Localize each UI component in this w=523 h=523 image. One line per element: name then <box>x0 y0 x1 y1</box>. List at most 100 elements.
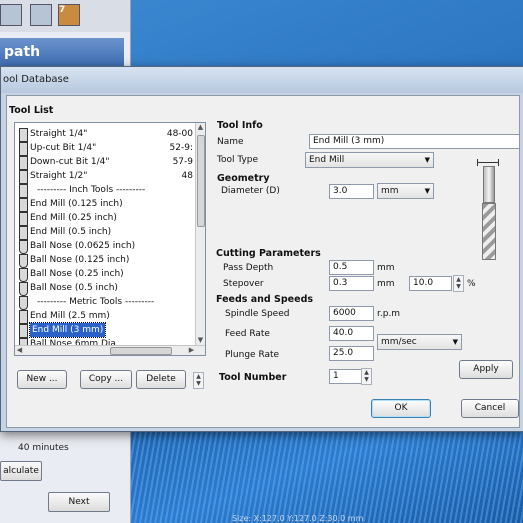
tool-icon: ball-bit-icon <box>19 240 28 254</box>
tool-name: Ball Nose (0.0625 inch) <box>30 241 136 251</box>
tool-list-label: Tool List <box>9 105 54 116</box>
tool-number-spinner[interactable]: ▲ ▼ <box>361 368 372 385</box>
plunge-rate-label: Plunge Rate <box>225 350 280 360</box>
pass-depth-unit: mm <box>377 263 395 273</box>
tool-list-item[interactable]: flat-bit-iconEnd Mill (2.5 mm) <box>15 309 195 324</box>
tool-number-cell: 52-9: <box>169 143 193 153</box>
toolbar-icon[interactable]: 7 <box>58 4 80 26</box>
tool-name-input[interactable]: End Mill (3 mm) <box>309 134 520 149</box>
list-vertical-scrollbar[interactable]: ▲ ▼ <box>195 123 205 345</box>
status-bar-text: Size: X:127.0 Y:127.0 Z:30.0 mm <box>232 514 364 523</box>
tool-icon: flat-bit-icon <box>19 142 28 156</box>
tool-name: End Mill (0.25 inch) <box>30 213 117 223</box>
plunge-rate-input[interactable]: 25.0 <box>329 346 374 361</box>
apply-button[interactable]: Apply <box>459 360 513 379</box>
rate-unit-value: mm/sec <box>381 337 417 347</box>
dialog-title: ool Database <box>1 67 523 93</box>
scroll-thumb[interactable] <box>110 347 172 355</box>
stepover-percent-input[interactable]: 10.0 <box>409 276 452 291</box>
tool-type-label: Tool Type <box>217 155 259 165</box>
tool-list[interactable]: flat-bit-iconStraight 1/4"48-00flat-bit-… <box>14 122 206 356</box>
tool-number-cell: 48-00 <box>166 129 193 139</box>
tool-icon: flat-bit-icon <box>19 226 28 240</box>
tool-icon: flat-bit-icon <box>19 324 28 338</box>
tool-type-value: End Mill <box>309 155 345 165</box>
next-button[interactable]: Next <box>48 492 110 512</box>
stepover-unit: mm <box>377 279 395 289</box>
stepover-input[interactable]: 0.3 <box>329 276 374 291</box>
ok-button[interactable]: OK <box>371 399 431 418</box>
tool-type-dropdown[interactable]: End Mill ▼ <box>305 152 434 168</box>
diameter-unit-dropdown[interactable]: mm ▼ <box>377 183 434 199</box>
tool-list-item[interactable]: flat-bit-iconDown-cut Bit 1/4" 57-9 <box>15 155 195 170</box>
toolbar-badge: 7 <box>59 5 66 15</box>
spindle-speed-label: Spindle Speed <box>225 309 290 319</box>
tool-name: End Mill (3 mm) <box>28 322 107 338</box>
tool-name: Up-cut Bit 1/4" <box>30 143 97 153</box>
tool-icon: ball-bit-icon <box>19 282 28 296</box>
tool-list-item[interactable]: ball-bit-iconBall Nose (0.125 inch) <box>15 253 195 268</box>
cutting-parameters-heading: Cutting Parameters <box>216 248 321 259</box>
scroll-thumb[interactable] <box>197 135 205 227</box>
tool-icon: flat-bit-icon <box>19 310 28 324</box>
tool-list-item[interactable]: ball-bit-iconBall Nose (0.0625 inch) <box>15 239 195 254</box>
chevron-down-icon: ▼ <box>424 187 430 195</box>
tool-name: Down-cut Bit 1/4" <box>30 157 110 167</box>
tool-icon: flat-bit-icon <box>19 184 28 198</box>
scroll-right-icon[interactable]: ▶ <box>187 346 196 355</box>
tool-name: Ball Nose (0.125 inch) <box>30 255 130 265</box>
tool-list-item[interactable]: flat-bit-iconEnd Mill (3 mm) <box>15 322 195 338</box>
tool-icon: flat-bit-icon <box>19 198 28 212</box>
spindle-unit: r.p.m <box>377 309 401 319</box>
tool-list-item[interactable]: flat-bit-iconEnd Mill (0.5 inch) <box>15 225 195 240</box>
tool-group-header[interactable]: ball-bit-icon --------- Metric Tools ----… <box>15 295 195 310</box>
list-horizontal-scrollbar[interactable]: ◀ ▶ <box>15 345 205 355</box>
chevron-down-icon: ▼ <box>452 338 458 346</box>
delete-tool-button[interactable]: Delete <box>136 370 186 389</box>
tool-number-cell: 48 <box>181 171 193 181</box>
tool-list-item[interactable]: ball-bit-iconBall Nose (0.25 inch) <box>15 267 195 282</box>
new-tool-button[interactable]: New ... <box>17 370 67 389</box>
tool-database-dialog: ool Database Tool List flat-bit-iconStra… <box>0 66 523 432</box>
scroll-up-icon[interactable]: ▲ <box>196 123 205 132</box>
toolbar-icon[interactable] <box>0 4 22 26</box>
tool-list-item[interactable]: flat-bit-iconUp-cut Bit 1/4" 52-9: <box>15 141 195 156</box>
scroll-left-icon[interactable]: ◀ <box>15 346 24 355</box>
toolbar-icon[interactable] <box>30 4 52 26</box>
tool-name: Straight 1/2" <box>30 171 88 181</box>
scroll-down-icon[interactable]: ▼ <box>196 336 205 345</box>
tool-list-item[interactable]: flat-bit-iconEnd Mill (0.125 inch) <box>15 197 195 212</box>
tool-number-label: Tool Number <box>219 372 287 383</box>
name-label: Name <box>217 137 244 147</box>
chevron-down-icon: ▼ <box>424 156 430 164</box>
stepover-percent-spinner[interactable]: ▲ ▼ <box>453 275 464 292</box>
small-spinner[interactable]: ▲ ▼ <box>193 372 204 389</box>
copy-tool-button[interactable]: Copy ... <box>80 370 132 389</box>
cancel-button[interactable]: Cancel <box>461 399 519 418</box>
tool-number-cell: 57-9 <box>172 157 193 167</box>
tool-list-item[interactable]: flat-bit-iconStraight 1/2" 48 <box>15 169 195 184</box>
diameter-label: Diameter (D) <box>221 186 280 196</box>
calculate-button[interactable]: alculate <box>0 461 42 481</box>
toolbar: 7 <box>0 0 130 32</box>
stepover-label: Stepover <box>223 279 264 289</box>
tool-list-item[interactable]: ball-bit-iconBall Nose (0.5 inch) <box>15 281 195 296</box>
spindle-speed-input[interactable]: 6000 <box>329 306 374 321</box>
tool-number-input[interactable]: 1 <box>329 369 362 384</box>
tool-list-item[interactable]: flat-bit-iconStraight 1/4" 48-00 <box>15 127 195 142</box>
diameter-unit-value: mm <box>381 186 399 196</box>
pass-depth-label: Pass Depth <box>223 263 274 273</box>
tool-name: Ball Nose (0.25 inch) <box>30 269 124 279</box>
pass-depth-input[interactable]: 0.5 <box>329 260 374 275</box>
feed-rate-input[interactable]: 40.0 <box>329 326 374 341</box>
geometry-heading: Geometry <box>217 173 270 184</box>
tool-icon: ball-bit-icon <box>19 268 28 282</box>
diameter-input[interactable]: 3.0 <box>329 184 374 199</box>
rate-unit-dropdown[interactable]: mm/sec ▼ <box>377 334 462 350</box>
dialog-body: Tool List flat-bit-iconStraight 1/4"48-0… <box>6 95 520 428</box>
tool-list-item[interactable]: flat-bit-iconEnd Mill (0.25 inch) <box>15 211 195 226</box>
tool-name: Straight 1/4" <box>30 129 88 139</box>
tool-icon: flat-bit-icon <box>19 212 28 226</box>
tool-group-header[interactable]: flat-bit-icon --------- Inch Tools ------… <box>15 183 195 198</box>
tool-icon: flat-bit-icon <box>19 170 28 184</box>
